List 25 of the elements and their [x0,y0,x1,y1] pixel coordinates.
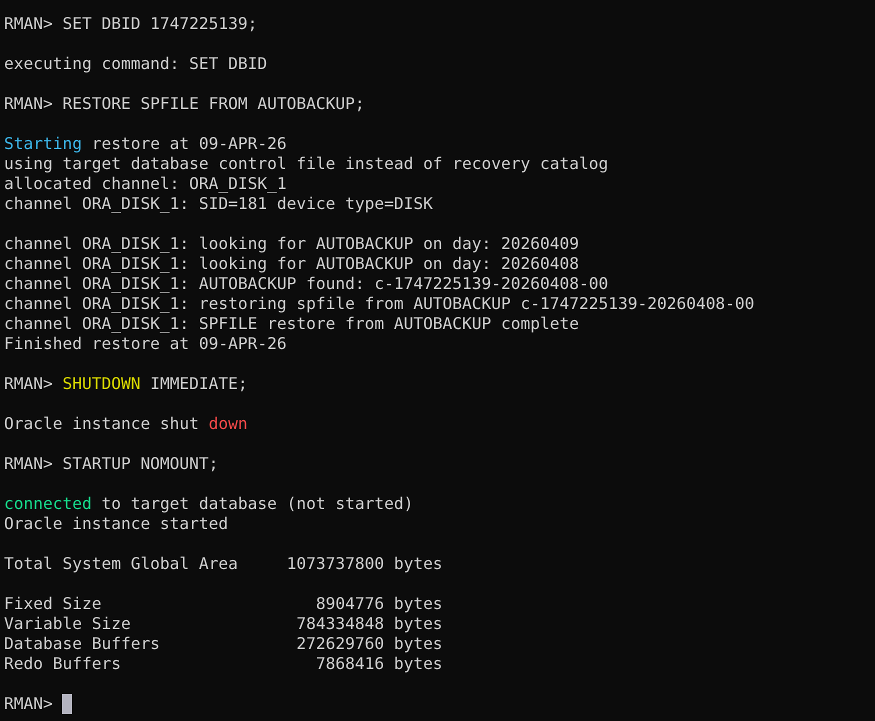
terminal-line: Redo Buffers 7868416 bytes [4,654,443,674]
terminal-line: RMAN> [4,694,54,714]
terminal-line: Fixed Size 8904776 bytes [4,594,443,614]
terminal-line: executing command: SET DBID [4,54,268,74]
terminal-line: Oracle instance started [4,514,228,534]
terminal-line: Database Buffers 272629760 bytes [4,634,443,654]
cursor [62,694,72,714]
terminal-line: RMAN> STARTUP NOMOUNT; [4,454,218,474]
terminal-line: connected to target database (not started) [4,494,414,514]
terminal-line: channel ORA_DISK_1: restoring spfile from AUTOBACKUP c-1747225139-20260408-00 [4,294,754,314]
terminal-line: Oracle instance shut down [4,414,248,434]
terminal-line: allocated channel: ORA_DISK_1 [4,174,287,194]
terminal-line: RMAN> SHUTDOWN IMMEDIATE; [4,374,248,394]
terminal-line: channel ORA_DISK_1: looking for AUTOBACKUP on day: 20260409 [4,234,579,254]
terminal-line: channel ORA_DISK_1: SID=181 device type=DISK [4,194,433,214]
terminal-line: Variable Size 784334848 bytes [4,614,443,634]
terminal-line: Starting restore at 09-APR-26 [4,134,287,154]
terminal-line: channel ORA_DISK_1: looking for AUTOBACKUP on day: 20260408 [4,254,579,274]
terminal-line: using target database control file instead of recovery catalog [4,154,608,174]
terminal-line: channel ORA_DISK_1: SPFILE restore from AUTOBACKUP complete [4,314,579,334]
terminal-line: Total System Global Area 1073737800 bytes [4,554,443,574]
terminal-line: RMAN> RESTORE SPFILE FROM AUTOBACKUP; [4,94,365,114]
terminal-line: RMAN> SET DBID 1747225139; [4,14,258,34]
terminal-line: channel ORA_DISK_1: AUTOBACKUP found: c-1747225139-20260408-00 [4,274,608,294]
terminal-line: Finished restore at 09-APR-26 [4,334,287,354]
